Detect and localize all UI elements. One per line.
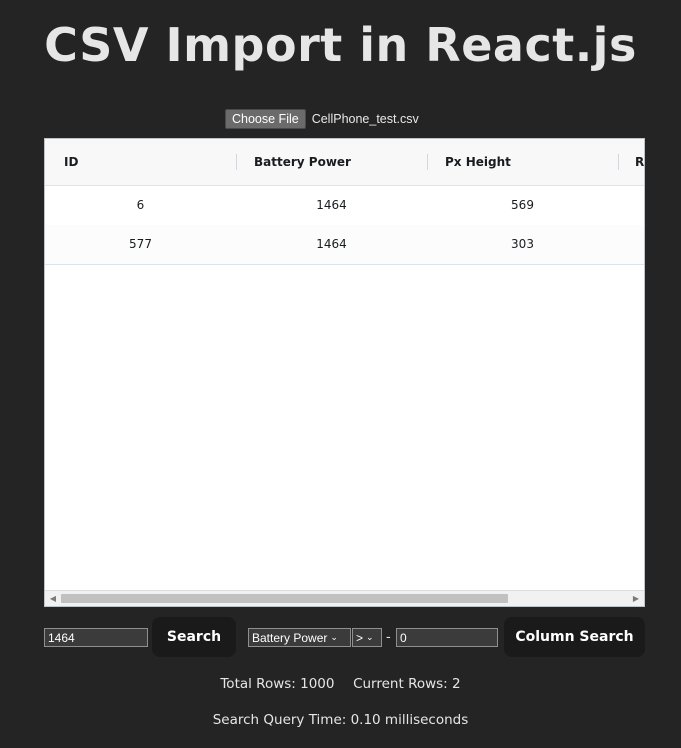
file-input[interactable]: Choose File CellPhone_test.csv bbox=[225, 108, 419, 130]
column-header-battery-power[interactable]: Battery Power bbox=[254, 139, 414, 185]
cell-id[interactable]: 577 bbox=[45, 225, 236, 264]
range-separator: - bbox=[386, 630, 391, 645]
scrollbar-thumb[interactable] bbox=[61, 594, 508, 603]
chevron-down-icon: ⌄ bbox=[330, 632, 338, 642]
scroll-left-icon[interactable]: ◀ bbox=[45, 591, 61, 606]
cell-battery-power[interactable]: 1464 bbox=[236, 225, 427, 264]
choose-file-button[interactable]: Choose File bbox=[225, 109, 306, 129]
search-input[interactable] bbox=[44, 628, 148, 647]
file-name: CellPhone_test.csv bbox=[311, 112, 419, 126]
cell-px-height[interactable]: 303 bbox=[427, 225, 618, 264]
column-resize-handle[interactable] bbox=[618, 154, 619, 170]
table-row[interactable]: 577 1464 303 bbox=[45, 225, 644, 265]
column-header-id[interactable]: ID bbox=[64, 139, 214, 185]
current-rows: Current Rows: 2 bbox=[353, 676, 461, 692]
horizontal-scrollbar[interactable]: ◀ ▶ bbox=[45, 590, 644, 606]
column-resize-handle[interactable] bbox=[236, 154, 237, 170]
column-header-px-height[interactable]: Px Height bbox=[445, 139, 605, 185]
cell-id[interactable]: 6 bbox=[45, 186, 236, 225]
column-value-input[interactable] bbox=[396, 628, 498, 647]
column-resize-handle[interactable] bbox=[427, 154, 428, 170]
operator-select[interactable]: > ⌄ bbox=[352, 628, 382, 647]
search-controls: Search Battery Power ⌄ > ⌄ - Column Sear… bbox=[44, 617, 645, 657]
column-header-ram[interactable]: Ram bbox=[635, 139, 644, 185]
grid-header: ID Battery Power Px Height Ram bbox=[45, 139, 644, 186]
total-rows: Total Rows: 1000 bbox=[220, 676, 335, 692]
column-search-button[interactable]: Column Search bbox=[504, 617, 645, 657]
search-button[interactable]: Search bbox=[152, 617, 236, 657]
scroll-right-icon[interactable]: ▶ bbox=[628, 591, 644, 606]
table-row[interactable]: 6 1464 569 bbox=[45, 186, 644, 226]
column-select-value: Battery Power bbox=[252, 630, 328, 645]
cell-battery-power[interactable]: 1464 bbox=[236, 186, 427, 225]
page-title: CSV Import in React.js bbox=[44, 18, 637, 72]
operator-select-value: > bbox=[356, 630, 364, 645]
query-time: Search Query Time: 0.10 milliseconds bbox=[212, 712, 469, 728]
chevron-down-icon: ⌄ bbox=[366, 632, 374, 642]
column-select[interactable]: Battery Power ⌄ bbox=[248, 628, 351, 647]
cell-px-height[interactable]: 569 bbox=[427, 186, 618, 225]
data-grid: ID Battery Power Px Height Ram 6 1464 56… bbox=[44, 138, 645, 607]
row-stats: Total Rows: 1000 Current Rows: 2 bbox=[0, 676, 681, 692]
